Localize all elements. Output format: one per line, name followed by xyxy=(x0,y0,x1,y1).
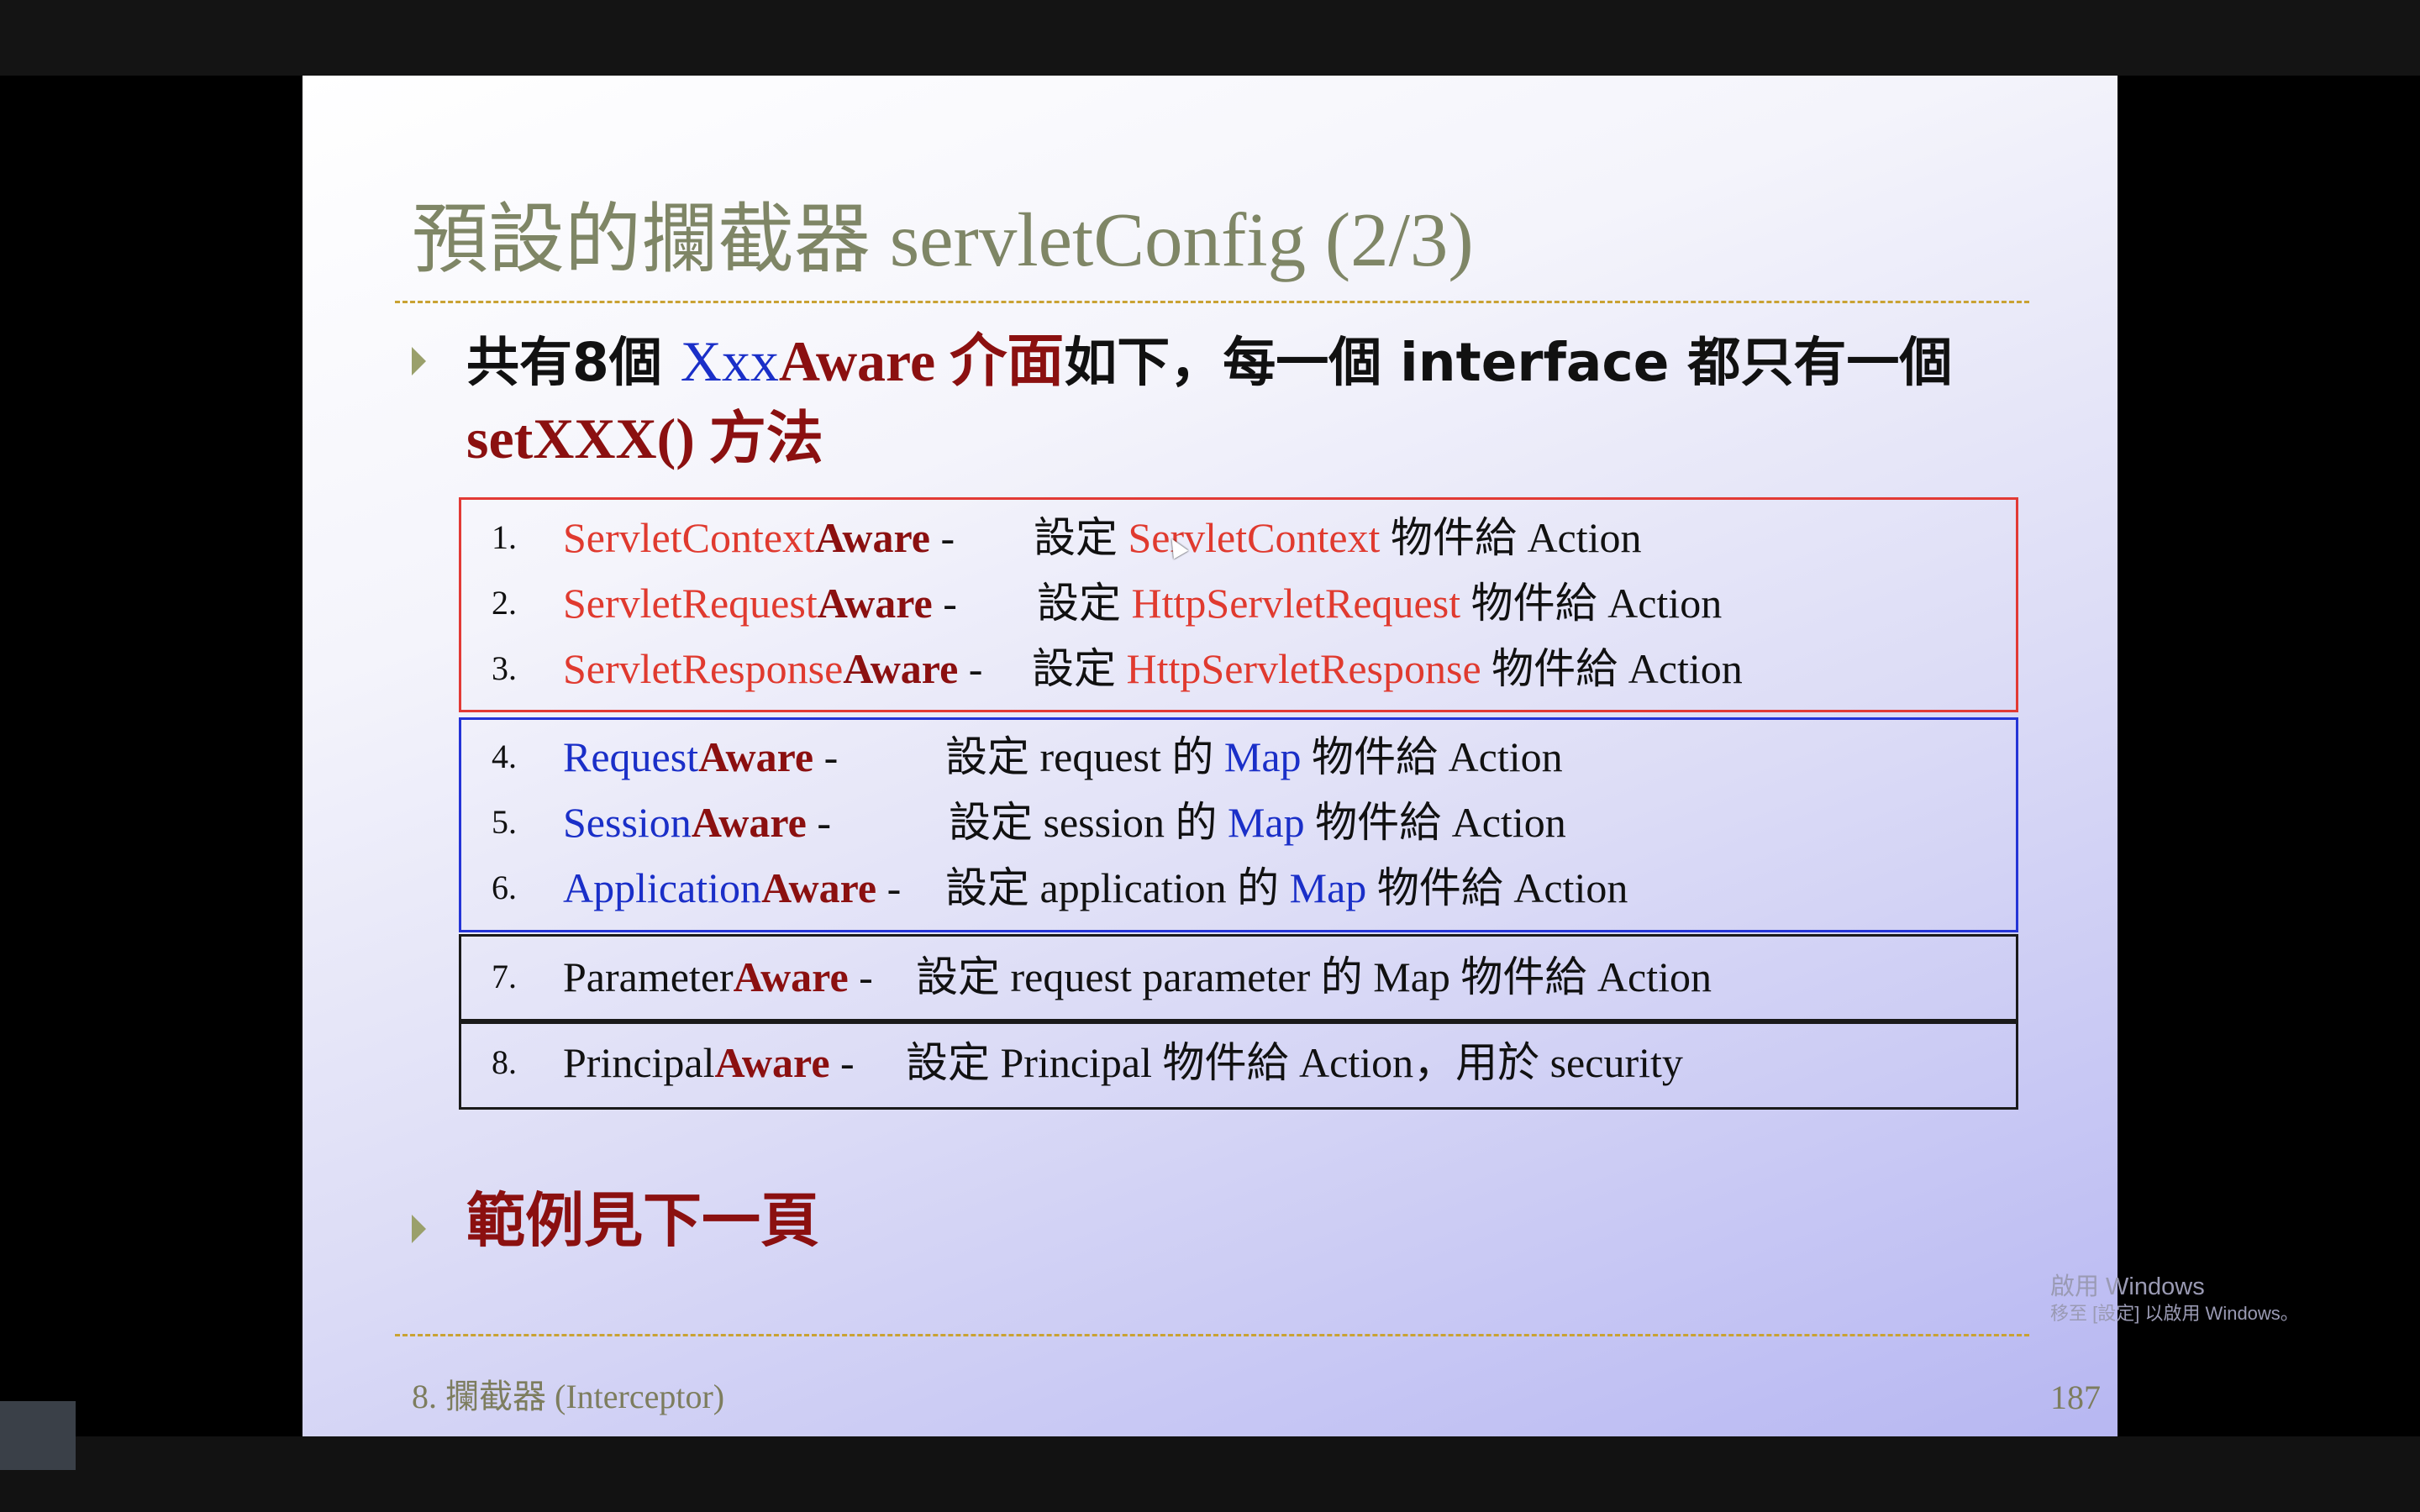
footer-chapter: 8. 攔截器 (Interceptor) xyxy=(412,1378,725,1415)
item-desc: 設定 xyxy=(1034,514,1128,561)
item-desc-highlight: Map xyxy=(1227,799,1305,846)
item-aware: Aware xyxy=(843,645,959,692)
list-item: 3. ServletResponseAware - 設定 HttpServlet… xyxy=(302,636,1983,701)
item-prefix: Response xyxy=(681,645,844,692)
item-number: 1. xyxy=(492,518,517,556)
item-aware: Aware xyxy=(814,514,930,561)
item-desc: 設定 xyxy=(1037,580,1132,627)
item-desc-highlight: Map xyxy=(1289,864,1367,911)
item-desc: 物件給 Action xyxy=(1366,864,1628,911)
list-item: 7. ParameterAware - 設定 request parameter… xyxy=(302,944,1983,1010)
item-number: 7. xyxy=(492,958,517,995)
bullet-text-part: 如下，每一個 interface 都只有一個 xyxy=(1064,332,1953,393)
item-aware: Aware xyxy=(691,799,807,846)
item-desc: 物件給 Action xyxy=(1481,645,1743,692)
bullet-text-xxx: Xxx xyxy=(680,329,779,393)
item-prefix: Context xyxy=(681,514,815,561)
item-prefix: Request xyxy=(681,580,818,627)
bullet-arrow-icon xyxy=(412,347,426,375)
presentation-slide: 預設的攔截器 servletConfig (2/3) 共有8個 XxxAware… xyxy=(302,76,2118,1436)
bullet-text-method: setXXX() 方法 xyxy=(466,407,823,470)
activation-watermark-subtitle: 移至 [設定] 以啟用 Windows。 xyxy=(2050,1303,2299,1324)
item-desc: 物件給 Action xyxy=(1301,733,1563,780)
item-aware: Aware xyxy=(698,733,814,780)
item-prefix: Servlet xyxy=(563,645,682,692)
item-desc: 設定 Principal 物件給 Action，用於 security xyxy=(906,1039,1683,1086)
item-number: 4. xyxy=(492,738,517,775)
item-dash: - xyxy=(806,799,831,846)
item-desc: 設定 xyxy=(1032,645,1127,692)
page-number: 187 xyxy=(2050,1378,2101,1416)
footer-divider xyxy=(395,1334,2029,1336)
item-number: 3. xyxy=(492,649,517,687)
item-aware: Aware xyxy=(761,864,877,911)
item-prefix: Request xyxy=(563,733,699,780)
item-desc-highlight: ServletContext xyxy=(1128,514,1381,561)
list-item: 4. RequestAware - 設定 request 的 Map 物件給 A… xyxy=(302,724,1983,790)
title-divider xyxy=(395,301,2029,303)
item-aware: Aware xyxy=(817,580,933,627)
example-next-page-text: 範例見下一頁 xyxy=(466,1186,819,1255)
list-item: 2. ServletRequestAware - 設定 HttpServletR… xyxy=(302,570,1983,636)
item-desc-highlight: Map xyxy=(1223,733,1302,780)
item-desc: 設定 application 的 xyxy=(945,864,1290,911)
item-prefix: Application xyxy=(563,864,762,911)
item-prefix: Session xyxy=(563,799,692,846)
item-dash: - xyxy=(958,645,983,692)
item-desc: 物件給 Action xyxy=(1304,799,1566,846)
item-prefix: Servlet xyxy=(563,514,682,561)
item-dash: - xyxy=(876,864,902,911)
item-number: 6. xyxy=(492,869,517,906)
main-bullet-text: 共有8個 XxxAware 介面如下，每一個 interface 都只有一個 s… xyxy=(466,323,2046,476)
item-dash: - xyxy=(932,580,957,627)
item-desc: 設定 session 的 xyxy=(949,799,1228,846)
item-desc: 物件給 Action xyxy=(1380,514,1642,561)
item-aware: Aware xyxy=(714,1039,830,1086)
item-number: 8. xyxy=(492,1043,517,1081)
bullet-text-aware: Aware 介面 xyxy=(778,329,1065,393)
item-dash: - xyxy=(929,514,955,561)
slide-title: 預設的攔截器 servletConfig (2/3) xyxy=(412,197,1474,282)
thumbnail-preview[interactable] xyxy=(0,1401,76,1470)
item-aware: Aware xyxy=(733,953,849,1000)
item-desc-highlight: HttpServletRequest xyxy=(1131,580,1461,627)
list-item: 8. PrincipalAware - 設定 Principal 物件給 Act… xyxy=(302,1030,1983,1095)
item-dash: - xyxy=(848,953,873,1000)
item-number: 2. xyxy=(492,584,517,622)
item-desc: 物件給 Action xyxy=(1460,580,1723,627)
window-top-bar xyxy=(0,0,2420,76)
item-prefix: Servlet xyxy=(563,580,682,627)
window-bottom-bar xyxy=(0,1436,2420,1512)
item-prefix: Principal xyxy=(563,1039,715,1086)
item-dash: - xyxy=(829,1039,855,1086)
bullet-text-part: 共有8個 xyxy=(466,332,681,393)
item-dash: - xyxy=(813,733,839,780)
item-desc: 設定 request parameter 的 Map 物件給 Action xyxy=(916,953,1712,1000)
item-desc-highlight: HttpServletResponse xyxy=(1126,645,1481,692)
list-item: 1. ServletContextAware - 設定 ServletConte… xyxy=(302,505,1983,570)
list-item: 5. SessionAware - 設定 session 的 Map 物件給 A… xyxy=(302,790,1983,855)
item-number: 5. xyxy=(492,803,517,841)
activation-watermark-title: 啟用 Windows xyxy=(2050,1273,2205,1300)
list-item: 6. ApplicationAware - 設定 application 的 M… xyxy=(302,855,1983,921)
bullet-arrow-icon xyxy=(412,1215,426,1243)
item-prefix: Parameter xyxy=(563,953,734,1000)
item-desc: 設定 request 的 xyxy=(945,733,1224,780)
